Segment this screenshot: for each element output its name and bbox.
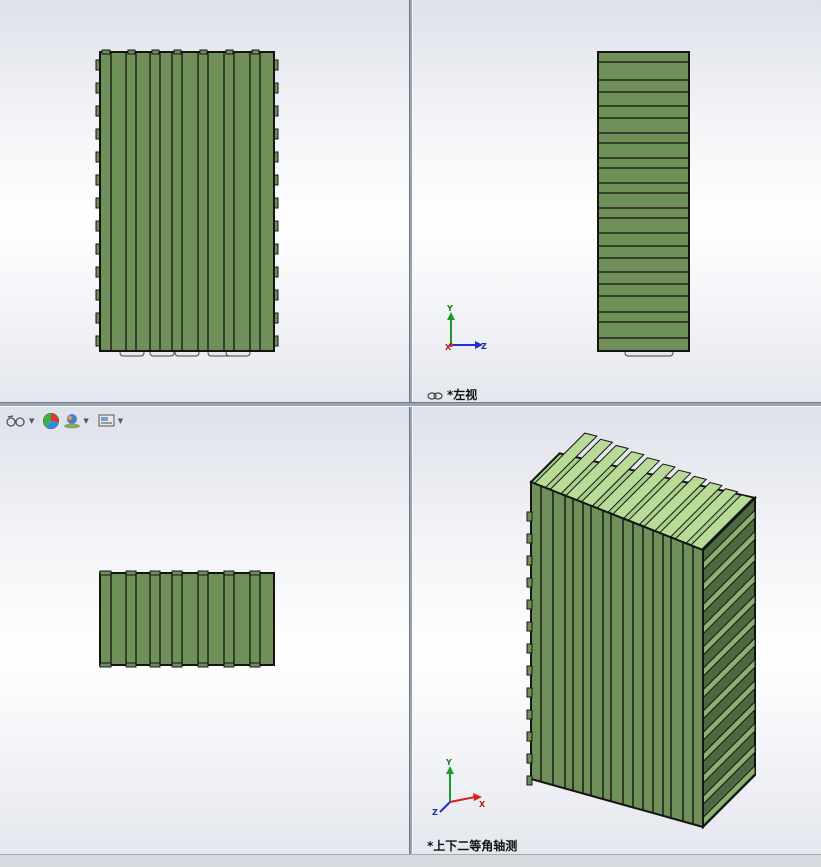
cell-rib <box>223 662 235 668</box>
cell-rib <box>171 570 183 576</box>
edge-tab <box>526 555 533 566</box>
appearance-button[interactable] <box>42 413 60 429</box>
edge-tab <box>526 753 533 764</box>
view-orientation-button[interactable]: ▼ <box>4 413 40 429</box>
cell-rib <box>197 570 209 576</box>
viewport-vertical-splitter[interactable] <box>409 0 413 854</box>
cell-cap <box>199 49 208 55</box>
chevron-down-icon: ▼ <box>29 417 35 425</box>
triad-z-label: Z <box>481 342 487 351</box>
left-view-model: Y Z X <box>445 51 690 357</box>
appearance-icon <box>43 413 60 429</box>
triad-y-label: Y <box>445 758 452 767</box>
triad-z-label: Z <box>432 808 438 817</box>
cell-rib <box>99 662 112 668</box>
edge-tab <box>526 577 533 588</box>
top-view-model <box>99 570 275 668</box>
view-link-icon <box>427 391 443 400</box>
cell-cap <box>251 49 260 55</box>
view-label-text: *左视 <box>447 388 478 402</box>
chevron-down-icon: ▼ <box>83 417 89 425</box>
isometric-view-model: Y X Z <box>432 432 757 830</box>
edge-tab <box>526 643 533 654</box>
triad-x-label: X <box>479 800 486 809</box>
cell-rib <box>125 570 137 576</box>
cell-rib <box>197 662 209 668</box>
edge-tab <box>526 709 533 720</box>
viewport-bottom-left[interactable]: ▼ ▼ ▼ <box>0 407 409 854</box>
cell-cap <box>127 49 136 55</box>
view-label-left: *左视 <box>427 386 477 402</box>
display-style-button[interactable]: ▼ <box>97 413 129 429</box>
display-style-icon <box>98 414 115 427</box>
edge-tab <box>526 687 533 698</box>
heads-up-toolbar: ▼ ▼ ▼ <box>4 413 129 429</box>
cell-cap <box>173 49 182 55</box>
viewport-top-left[interactable] <box>0 0 409 402</box>
cell-rib <box>99 570 112 576</box>
triad-x-label: X <box>445 343 452 352</box>
triad-y-arrow <box>447 312 455 320</box>
edge-tab <box>526 599 533 610</box>
scene-button[interactable]: ▼ <box>62 413 94 429</box>
triad-y-arrow <box>446 766 454 774</box>
edge-tab <box>526 775 533 786</box>
cell-rib <box>249 662 261 668</box>
status-bar <box>0 854 821 867</box>
edge-tab <box>526 665 533 676</box>
pack-body <box>597 51 690 352</box>
cell-rib <box>149 662 161 668</box>
triad-z-axis <box>439 801 451 813</box>
cell-rib <box>125 662 137 668</box>
viewport-top-right[interactable]: Y Z X *左视 <box>413 0 821 402</box>
cell-cap <box>101 49 111 55</box>
edge-tab <box>526 511 533 522</box>
triad-x-axis <box>449 796 476 803</box>
cell-rib <box>249 570 261 576</box>
chevron-down-icon: ▼ <box>117 417 124 425</box>
triad-y-label: Y <box>446 304 453 313</box>
viewport-bottom-right[interactable]: Y X Z *上下二等角轴测 <box>413 407 821 854</box>
view-orientation-icon <box>6 415 25 427</box>
scene-icon <box>64 414 81 429</box>
cell-rib <box>223 570 235 576</box>
cell-cap <box>225 49 234 55</box>
viewport-horizontal-splitter[interactable] <box>0 402 821 407</box>
cell-rib <box>149 570 161 576</box>
edge-tab <box>526 621 533 632</box>
cell-cap <box>151 49 160 55</box>
edge-tab <box>526 731 533 742</box>
front-view-model <box>95 49 279 357</box>
edge-tab <box>526 533 533 544</box>
cell-rib <box>171 662 183 668</box>
view-label-iso: *上下二等角轴测 <box>427 839 518 853</box>
